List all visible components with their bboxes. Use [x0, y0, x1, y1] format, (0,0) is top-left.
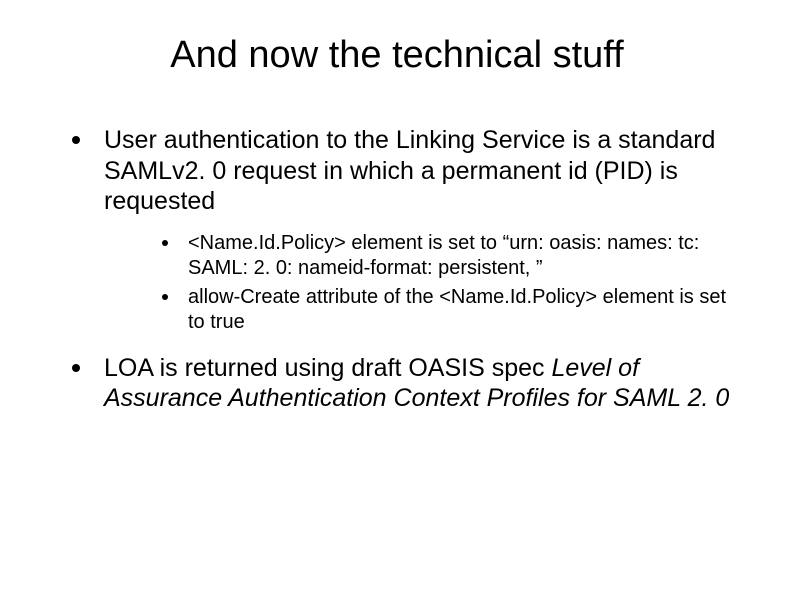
slide: And now the technical stuff User authent…	[0, 0, 794, 595]
bullet-item-2: LOA is returned using draft OASIS spec L…	[68, 353, 734, 414]
sub-bullet-list: <Name.Id.Policy> element is set to “urn:…	[160, 231, 734, 335]
sub-bullet-2: allow-Create attribute of the <Name.Id.P…	[160, 285, 734, 335]
bullet-list: User authentication to the Linking Servi…	[68, 125, 734, 414]
sub-bullet-1: <Name.Id.Policy> element is set to “urn:…	[160, 231, 734, 281]
bullet-text-1: User authentication to the Linking Servi…	[104, 126, 715, 215]
slide-title: And now the technical stuff	[60, 34, 734, 77]
bullet-text-2-pre: LOA is returned using draft OASIS spec	[104, 354, 551, 382]
sub-bullet-text-1: <Name.Id.Policy> element is set to “urn:…	[188, 232, 699, 279]
sub-bullet-text-2: allow-Create attribute of the <Name.Id.P…	[188, 286, 726, 333]
bullet-item-1: User authentication to the Linking Servi…	[68, 125, 734, 335]
